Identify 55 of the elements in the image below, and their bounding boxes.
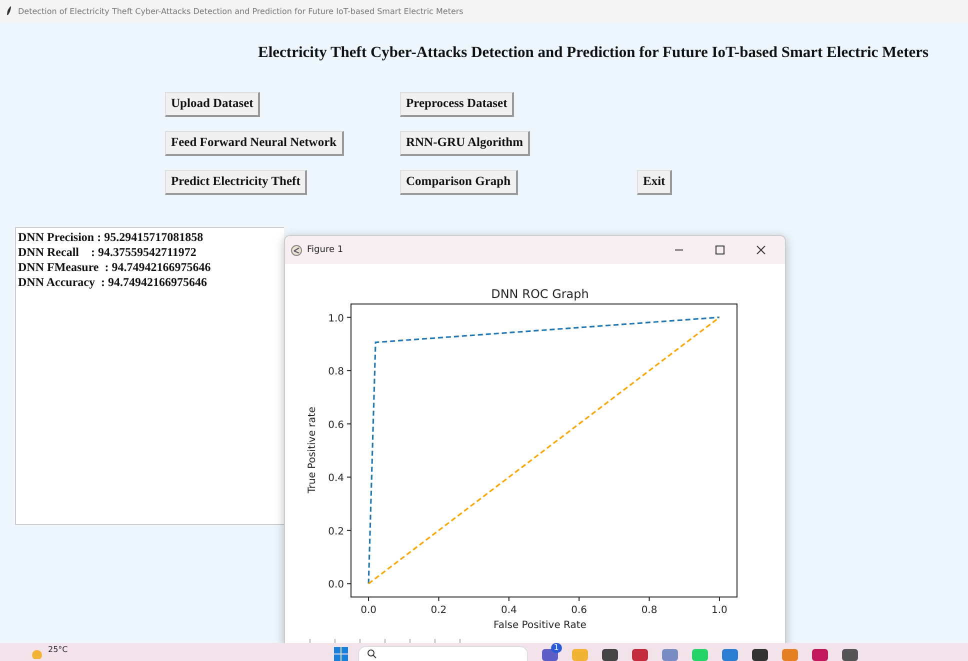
taskbar-app-icon[interactable] — [752, 647, 768, 661]
sun-icon — [30, 647, 44, 659]
y-tick: 0.6 — [328, 420, 352, 431]
windows-start-icon[interactable] — [334, 647, 348, 661]
y-tick-label: 0.8 — [328, 366, 344, 378]
search-icon — [366, 649, 377, 659]
action-button[interactable]: Comparison Graph — [400, 170, 518, 195]
action-button[interactable]: RNN-GRU Algorithm — [400, 131, 530, 156]
x-tick-label: 0.2 — [430, 605, 447, 616]
y-axis-label: True Positive rate — [307, 406, 318, 494]
y-tick-label: 0.0 — [328, 580, 344, 591]
result-line: DNN FMeasure : 94.74942166975646 — [18, 260, 211, 275]
y-tick: 0.2 — [328, 526, 352, 538]
y-tick: 0.0 — [328, 580, 352, 591]
taskbar-app-icon[interactable] — [602, 647, 618, 661]
y-tick-label: 0.4 — [328, 473, 344, 484]
x-tick: 0.4 — [500, 596, 517, 616]
y-tick: 1.0 — [328, 313, 352, 324]
chart-title: DNN ROC Graph — [491, 287, 589, 301]
taskbar-app-icon[interactable] — [812, 647, 828, 661]
action-button[interactable]: Feed Forward Neural Network — [165, 131, 344, 156]
y-tick: 0.4 — [328, 473, 352, 484]
figure-title: Figure 1 — [307, 245, 344, 255]
x-tick-label: 0.4 — [500, 605, 517, 616]
window-title: Detection of Electricity Theft Cyber-Attacks Detection and Prediction for Future IoT-based Smart Electric Meters — [18, 6, 464, 16]
x-tick: 0.0 — [360, 596, 376, 616]
x-tick-label: 1.0 — [712, 605, 728, 616]
action-button[interactable]: Preprocess Dataset — [400, 92, 514, 117]
x-tick-label: 0.8 — [641, 605, 658, 616]
action-button[interactable]: Predict Electricity Theft — [165, 170, 308, 195]
temperature-text: 25°C — [48, 645, 68, 654]
action-button[interactable]: Upload Dataset — [165, 92, 260, 117]
search-field[interactable] — [358, 646, 528, 661]
result-line: DNN Recall : 94.37559542711972 — [18, 245, 196, 260]
taskbar-app-icon[interactable] — [842, 647, 858, 661]
x-tick: 0.6 — [571, 596, 588, 616]
taskbar-app-icon[interactable] — [632, 647, 648, 661]
action-button[interactable]: Exit — [637, 170, 672, 195]
output-text-area[interactable]: DNN Precision : 95.29415717081858 DNN Recall : 94.37559542711972 DNN FMeasure : 94.74942166975646 DNN Accuracy : 94.74942166975646 — [15, 227, 284, 525]
x-tick-label: 0.0 — [360, 605, 376, 616]
feather-icon — [6, 6, 12, 16]
x-tick: 1.0 — [712, 596, 728, 616]
y-tick-label: 0.2 — [328, 526, 344, 538]
y-tick: 0.8 — [328, 366, 352, 378]
y-tick-label: 0.6 — [328, 420, 344, 431]
x-tick: 0.2 — [430, 596, 447, 616]
app-heading: Electricity Theft Cyber-Attacks Detection and Prediction for Future IoT-based Smart Electric Meters — [258, 44, 930, 62]
result-line: DNN Precision : 95.29415717081858 — [18, 230, 204, 245]
result-line: DNN Accuracy : 94.74942166975646 — [18, 275, 207, 290]
x-tick: 0.8 — [641, 596, 658, 616]
x-tick-label: 0.6 — [571, 605, 588, 616]
notification-badge: 1 — [550, 643, 562, 653]
y-tick-label: 1.0 — [328, 313, 344, 324]
figure-app-icon — [291, 244, 302, 256]
x-axis-label: False Positive Rate — [494, 620, 586, 631]
